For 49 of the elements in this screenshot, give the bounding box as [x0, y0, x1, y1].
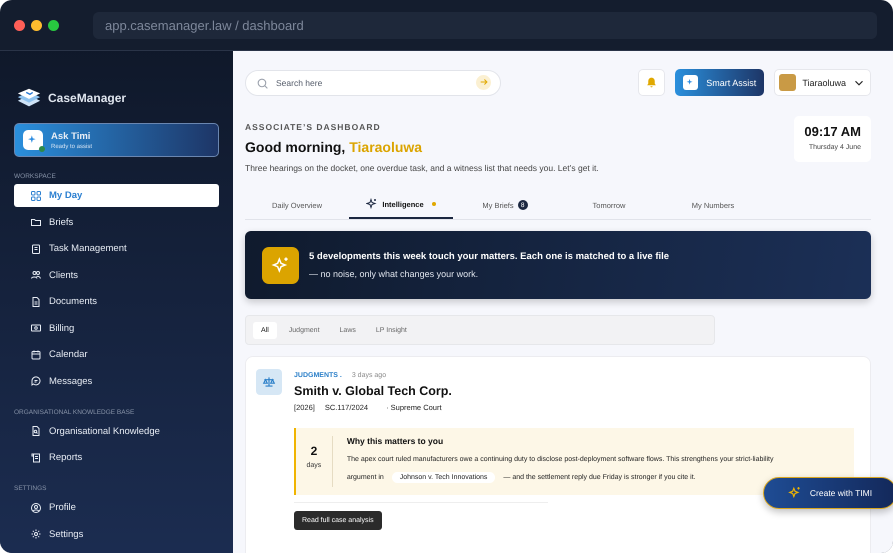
user-menu[interactable]: Tiaraoluwa: [774, 69, 871, 96]
create-button[interactable]: Create with TIMI: [763, 477, 893, 509]
nav-item[interactable]: Settings: [14, 522, 219, 546]
logo-icon: [16, 87, 42, 109]
nav-item[interactable]: Profile: [14, 496, 219, 519]
document-icon: [30, 296, 42, 308]
assistant-name: Ask Timi: [51, 130, 92, 142]
nav-item[interactable]: Documents: [14, 290, 219, 313]
folder-icon: [30, 216, 42, 228]
document-search-icon: [30, 425, 42, 437]
banner-subline: — no noise, only what changes your work.: [309, 269, 480, 279]
scales-icon: [256, 369, 282, 395]
greeting: Good morning, Tiaraoluwa: [245, 139, 424, 155]
close-dot[interactable]: [14, 20, 25, 30]
sparkle-icon: [788, 486, 802, 500]
why-heading: Why this matters to you: [346, 436, 444, 446]
page-eyebrow: ASSOCIATE’S DASHBOARD: [245, 122, 382, 132]
day-count: 2: [310, 444, 318, 458]
nav-item[interactable]: Calendar: [14, 343, 219, 366]
nav-item[interactable]: Reports: [14, 446, 219, 469]
nav-item[interactable]: Organisational Knowledge: [14, 420, 219, 442]
brand-name: CaseManager: [48, 91, 126, 105]
nav-item[interactable]: Task Management: [14, 237, 219, 260]
clipboard-icon: [30, 242, 42, 254]
address-bar[interactable]: app.casemanager.law / dashboard: [93, 12, 877, 38]
sparkle-icon: [262, 246, 299, 284]
minimize-dot[interactable]: [31, 20, 42, 30]
nav-item[interactable]: My Day: [14, 184, 219, 207]
case-title: Smith v. Global Tech Corp.: [294, 384, 452, 398]
maximize-dot[interactable]: [48, 20, 59, 30]
grid-icon: [30, 190, 42, 202]
nav-item[interactable]: Clients: [14, 264, 219, 286]
search-field[interactable]: Search here: [245, 70, 501, 96]
bell-icon: [645, 76, 658, 89]
nav-item[interactable]: Messages: [14, 370, 219, 392]
nav-item[interactable]: Billing: [14, 316, 219, 340]
banner-headline: 5 developments this week touch your matters. Each one is matched to a live file: [309, 251, 670, 262]
banknote-icon: [30, 322, 42, 334]
smart-assist-button[interactable]: Smart Assist: [675, 69, 764, 96]
people-icon: [30, 269, 42, 281]
profile-icon: [30, 502, 42, 514]
avatar: [779, 74, 796, 91]
chat-icon: [30, 375, 42, 387]
clock-time: 09:17 AM: [804, 124, 861, 139]
summary-text: Three hearings on the docket, one overdue task, and a witness list that needs you. Let’s get it.: [245, 163, 599, 173]
calendar-icon: [30, 348, 42, 360]
gear-icon: [30, 528, 42, 540]
scroll-icon: [30, 452, 42, 464]
nav-item[interactable]: Briefs: [14, 210, 219, 234]
